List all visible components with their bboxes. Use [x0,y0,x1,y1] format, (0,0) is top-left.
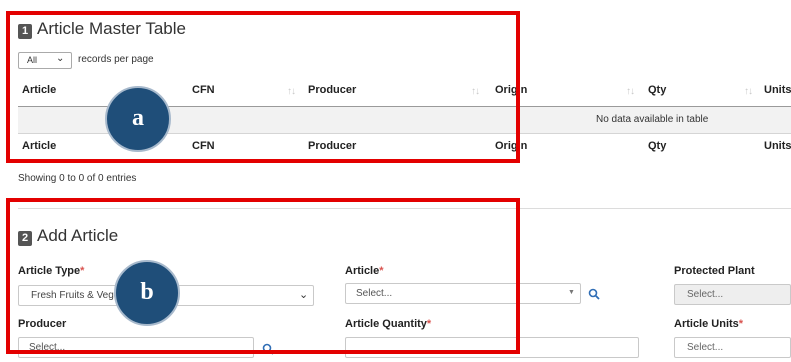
annotation-marker-a: a [105,86,171,152]
protected-plant-select[interactable]: Select... [674,284,791,305]
article-units-label-text: Article Units [674,318,739,330]
article-units-label: Article Units* [674,318,743,330]
sort-icon: ↑↓ [744,86,753,97]
empty-table-message: No data available in table [596,114,709,125]
search-icon[interactable] [588,288,600,300]
highlight-box-a [6,11,520,163]
article-units-placeholder: Select... [687,342,724,353]
column-header-units[interactable]: Units [764,84,791,96]
sort-icon: ↑↓ [626,86,635,97]
footer-qty: Qty [648,140,667,152]
annotation-marker-b: b [114,260,180,326]
protected-plant-label: Protected Plant [674,265,755,277]
protected-plant-placeholder: Select... [687,289,724,300]
required-marker: * [738,318,744,330]
column-header-qty[interactable]: Qty [648,84,666,96]
table-info: Showing 0 to 0 of 0 entries [18,173,137,184]
footer-units: Units [764,140,791,152]
highlight-box-b [6,198,520,354]
article-units-select[interactable]: Select... [674,337,791,358]
caret-down-icon: ▼ [568,289,575,296]
